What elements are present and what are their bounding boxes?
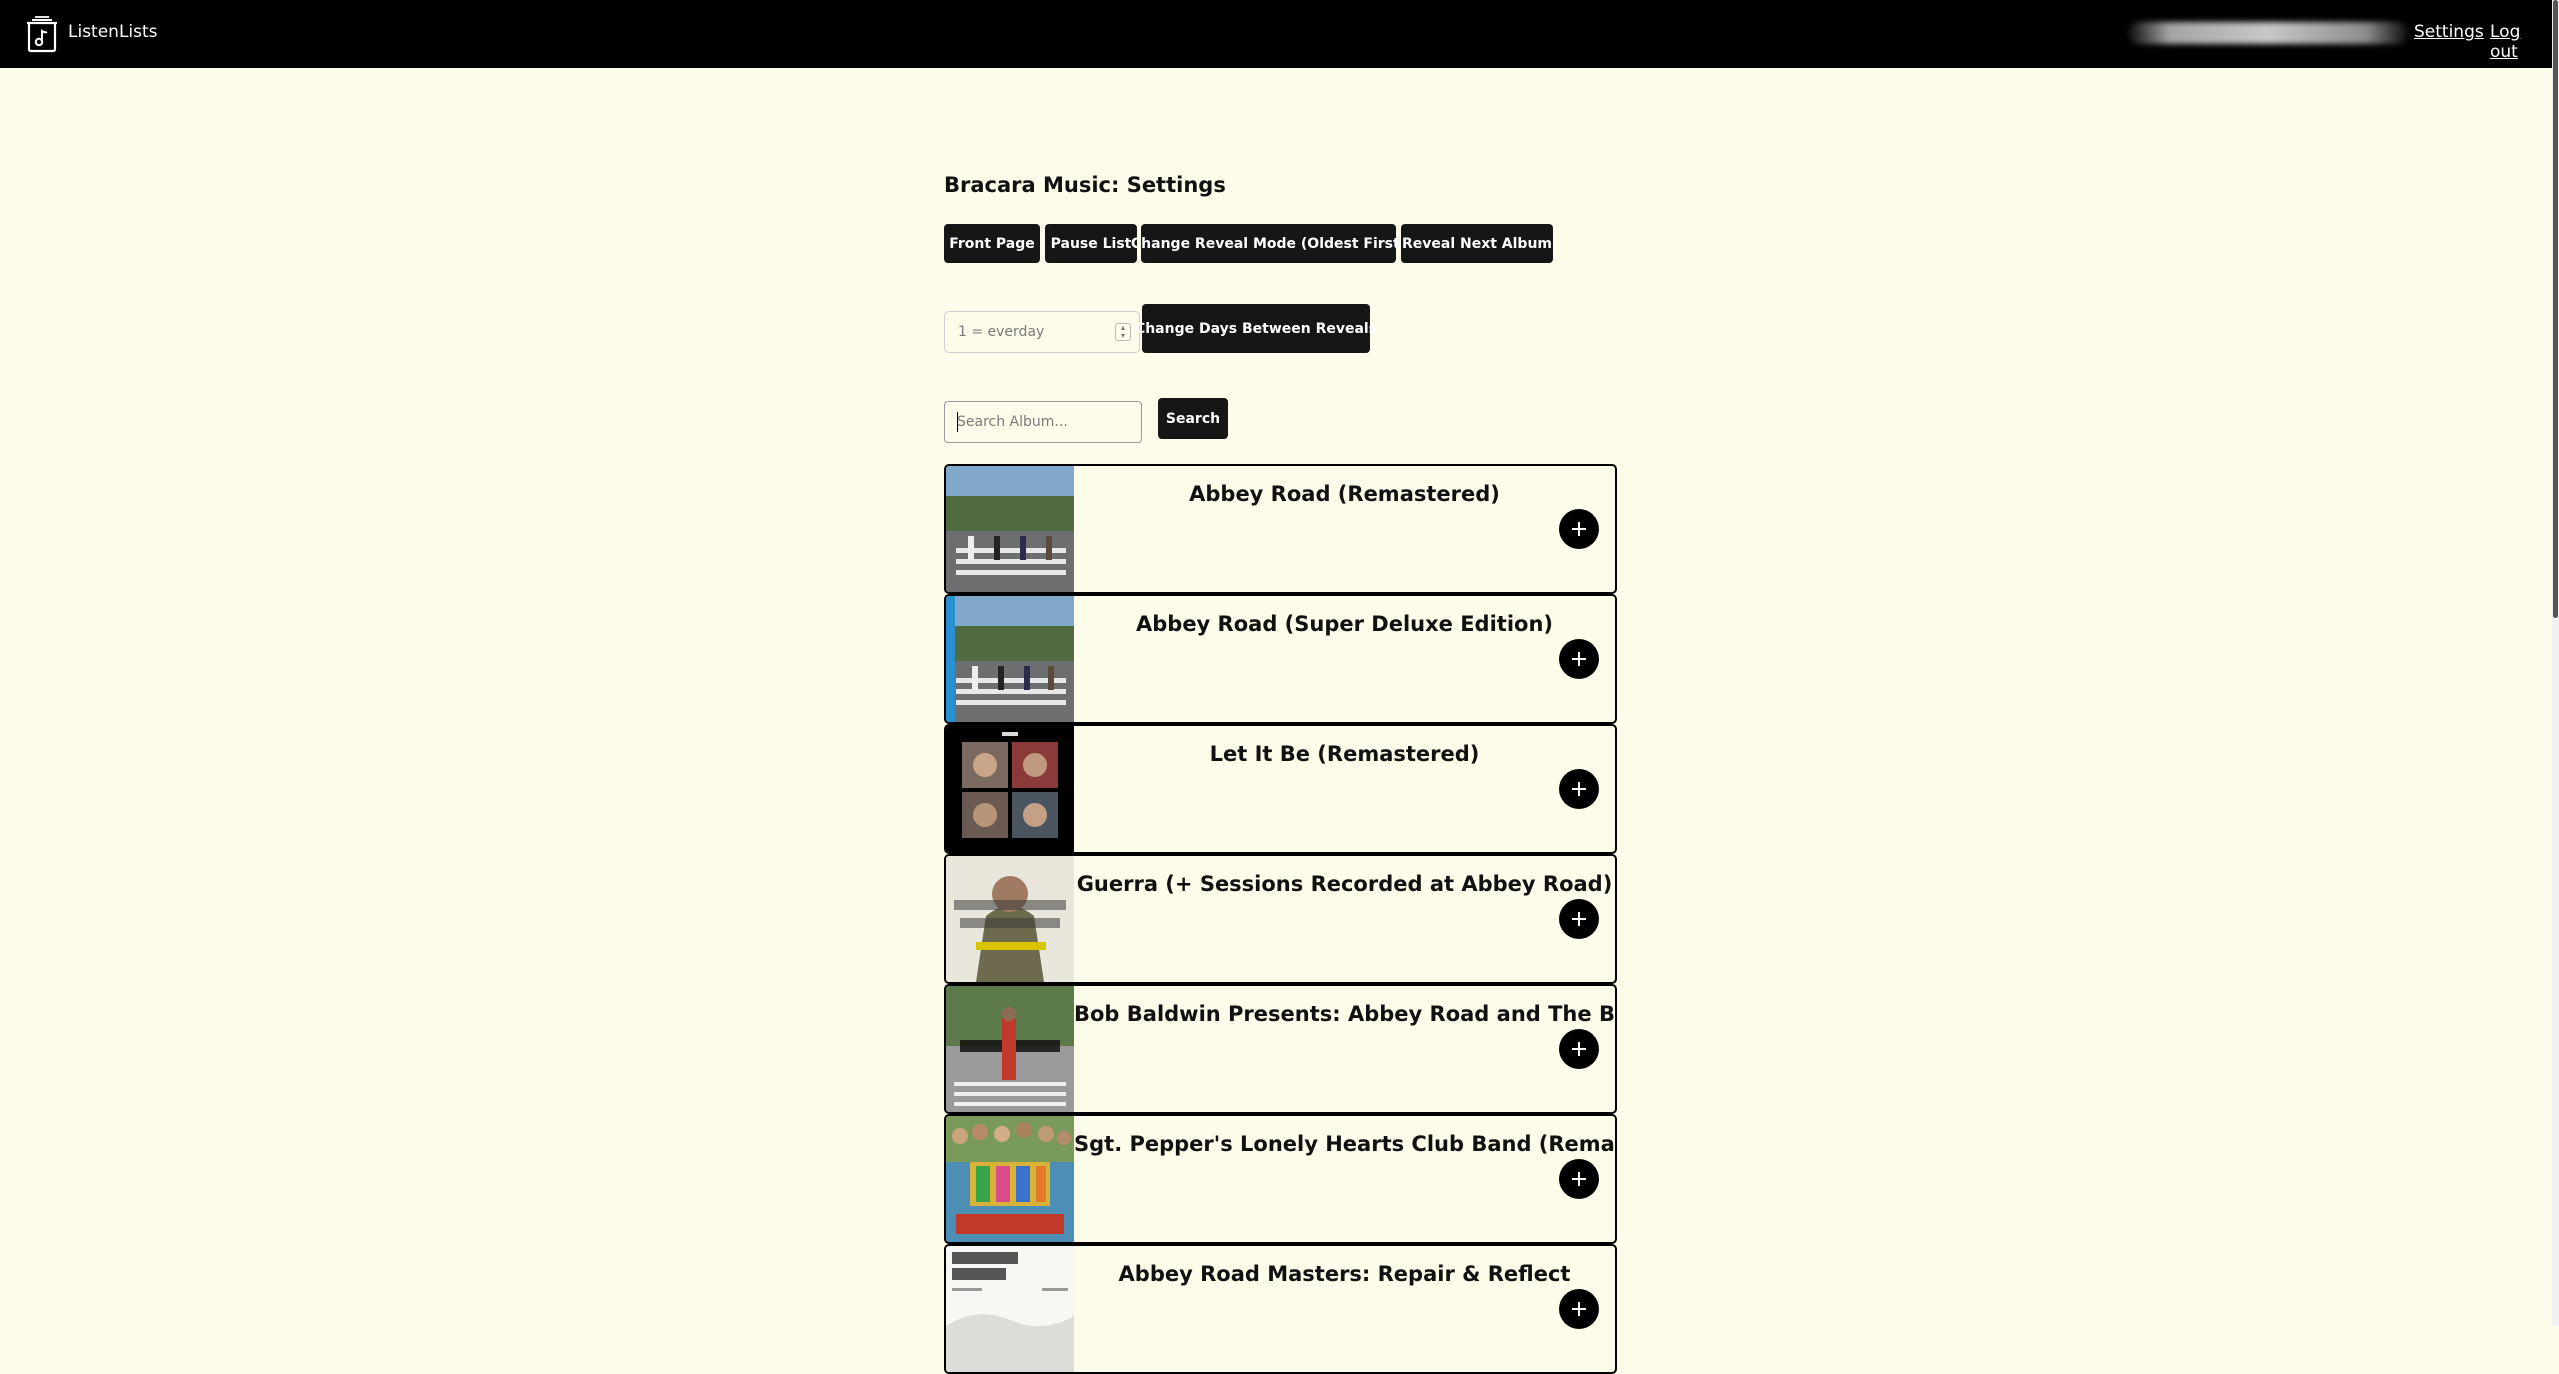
album-title: Abbey Road (Remastered)	[1189, 482, 1500, 506]
album-cover-image	[946, 1246, 1074, 1372]
album-title: Sgt. Pepper's Lonely Hearts Club Band (R…	[1074, 1132, 1615, 1156]
app-name[interactable]: ListenLists	[68, 22, 158, 42]
days-input-placeholder: 1 = everday	[958, 324, 1045, 340]
days-between-reveals-input[interactable]: 1 = everday ▴ ▾	[944, 311, 1140, 353]
album-result-card: Sgt. Pepper's Lonely Hearts Club Band (R…	[944, 1114, 1617, 1244]
scrollbar-thumb[interactable]	[2553, 0, 2558, 618]
album-result-card: Let It Be (Remastered)	[944, 724, 1617, 854]
album-title: Let It Be (Remastered)	[1209, 742, 1480, 766]
album-result-card: Abbey Road (Super Deluxe Edition)	[944, 594, 1617, 724]
redacted-username	[2128, 22, 2408, 44]
album-result-card: Abbey Road (Remastered)	[944, 464, 1617, 594]
add-album-button[interactable]	[1559, 509, 1599, 549]
front-page-button[interactable]: Front Page	[944, 224, 1040, 263]
top-nav-bar: ListenLists Settings Log out	[0, 0, 2552, 68]
album-title: Abbey Road (Super Deluxe Edition)	[1136, 612, 1553, 636]
add-album-button[interactable]	[1559, 639, 1599, 679]
album-title: Bob Baldwin Presents: Abbey Road and The…	[1074, 1002, 1615, 1026]
change-days-between-reveals-button[interactable]: Change Days Between Reveals	[1135, 304, 1377, 353]
pause-list-button[interactable]: Pause List	[1045, 224, 1137, 263]
album-cover-image	[946, 466, 1074, 592]
add-album-button[interactable]	[1559, 899, 1599, 939]
nav-settings-link[interactable]: Settings	[2414, 22, 2484, 42]
search-button[interactable]: Search	[1158, 398, 1228, 439]
album-cover-image	[946, 1116, 1074, 1242]
album-title: Guerra (+ Sessions Recorded at Abbey Roa…	[1076, 872, 1613, 896]
listenlists-logo-icon[interactable]	[24, 15, 60, 53]
album-result-card: Guerra (+ Sessions Recorded at Abbey Roa…	[944, 854, 1617, 984]
add-album-button[interactable]	[1559, 769, 1599, 809]
add-album-button[interactable]	[1559, 1159, 1599, 1199]
search-placeholder: Search Album...	[957, 414, 1068, 430]
nav-logout-link[interactable]: Log out	[2490, 22, 2552, 62]
album-cover-image	[946, 726, 1074, 852]
album-cover-image	[946, 856, 1074, 982]
stepper-icon[interactable]: ▴ ▾	[1115, 323, 1131, 341]
album-title: Abbey Road Masters: Repair & Reflect	[1118, 1262, 1571, 1286]
change-reveal-mode-button[interactable]: Change Reveal Mode (Oldest First)	[1131, 224, 1406, 263]
album-cover-image	[946, 596, 1074, 722]
album-result-card: Bob Baldwin Presents: Abbey Road and The…	[944, 984, 1617, 1114]
add-album-button[interactable]	[1559, 1029, 1599, 1069]
search-album-input[interactable]: Search Album...	[944, 401, 1142, 443]
album-cover-image	[946, 986, 1074, 1112]
page-title: Bracara Music: Settings	[944, 173, 1226, 197]
album-result-card: Abbey Road Masters: Repair & Reflect	[944, 1244, 1617, 1374]
add-album-button[interactable]	[1559, 1289, 1599, 1329]
reveal-next-album-button[interactable]: Reveal Next Album	[1401, 224, 1553, 263]
